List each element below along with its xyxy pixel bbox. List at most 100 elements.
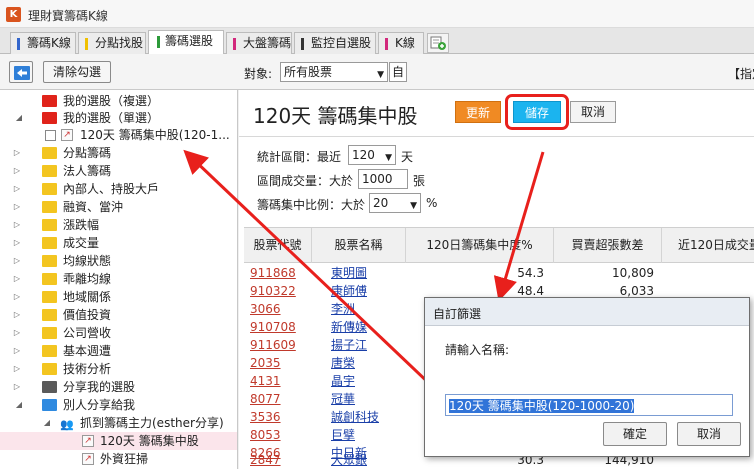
tree-item-my-picks-multi[interactable]: 我的選股（複選） [0, 92, 237, 110]
tree-item-my-picks-single[interactable]: ◢ 我的選股（單選） [0, 109, 237, 127]
collapsed-arrow-icon: ▷ [13, 148, 21, 157]
tab-watchlist-monitor[interactable]: 監控自選股 [294, 32, 376, 54]
tree-item-120d-strategy[interactable]: ↗ 120天 籌碼集中股(120-1... [0, 126, 237, 144]
stock-code[interactable]: 911609 [250, 336, 296, 354]
stock-name[interactable]: 晶宇 [331, 372, 355, 390]
collapsed-arrow-icon: ▷ [13, 256, 21, 265]
update-button[interactable]: 更新 [455, 101, 501, 123]
tab-color-bar [157, 36, 160, 48]
stock-code[interactable]: 3066 [250, 300, 281, 318]
tree-item-label: 漲跌幅 [63, 218, 100, 232]
period-select[interactable]: 120 ▼ [348, 145, 396, 165]
stock-name[interactable]: 李洲 [331, 300, 355, 318]
concentration-select[interactable]: 20 ▼ [369, 193, 421, 213]
tree-item-shared-120d[interactable]: ↗ 120天 籌碼集中股 [0, 432, 237, 450]
tree-item-label: 我的選股（複選） [63, 94, 160, 108]
table-row[interactable]: 911868 東明圖 54.3 10,809 [244, 264, 754, 282]
stock-name[interactable]: 唐榮 [331, 354, 355, 372]
save-button[interactable]: 儲存 [513, 101, 561, 123]
back-arrow-icon [14, 66, 30, 80]
stock-code[interactable]: 910708 [250, 318, 296, 336]
diff-value: 10,809 [612, 266, 654, 280]
tree-item-label: 技術分析 [63, 362, 112, 376]
tree-item-price-change[interactable]: ▷ 漲跌幅 [0, 216, 237, 234]
column-header[interactable]: 買賣超張數差 [554, 228, 662, 263]
stock-code[interactable]: 3536 [250, 408, 281, 426]
yellow-folder-icon [42, 273, 57, 285]
tree-item-foreign-buy[interactable]: ↗ 外資狂掃 [0, 450, 237, 468]
tree-item-fundamentals[interactable]: ▷ 基本週遭 [0, 342, 237, 360]
add-tab-icon[interactable] [427, 33, 449, 53]
column-header[interactable]: 股票代號 [244, 228, 312, 263]
stock-code[interactable]: 2847 [250, 451, 281, 469]
tree-item-ma-deviation[interactable]: ▷ 乖離均線 [0, 270, 237, 288]
stock-name[interactable]: 冠華 [331, 390, 355, 408]
stock-name[interactable]: 康師傅 [331, 282, 367, 300]
collapsed-arrow-icon: ▷ [13, 184, 21, 193]
stock-code[interactable]: 4131 [250, 372, 281, 390]
column-header[interactable]: 股票名稱 [312, 228, 406, 263]
volume-input[interactable]: 1000 [358, 169, 408, 189]
clear-checked-button[interactable]: 清除勾選 [43, 61, 111, 83]
stock-code[interactable]: 911868 [250, 264, 296, 282]
tree-item-volume[interactable]: ▷ 成交量 [0, 234, 237, 252]
tree-item-esther-share[interactable]: ◢ 👥 抓到籌碼主力(esther分享) [0, 414, 237, 432]
yellow-folder-icon [42, 255, 57, 267]
yellow-folder-icon [42, 201, 57, 213]
stock-name[interactable]: 大眾銀 [331, 451, 367, 469]
collapsed-arrow-icon: ▷ [13, 166, 21, 175]
tab-market-chip[interactable]: 大盤籌碼 [226, 32, 292, 54]
tree-item-label: 別人分享給我 [63, 398, 136, 412]
tree-item-institutional[interactable]: ▷ 法人籌碼 [0, 162, 237, 180]
cancel-button[interactable]: 取消 [570, 101, 616, 123]
tree-item-label: 均線狀態 [63, 254, 112, 268]
yellow-folder-icon [42, 345, 57, 357]
back-button[interactable] [9, 61, 33, 83]
stock-code[interactable]: 2035 [250, 354, 281, 372]
dialog-titlebar: 自訂篩選 [425, 298, 749, 326]
collapsed-arrow-icon: ▷ [13, 292, 21, 301]
tab-branch-pick[interactable]: 分點找股 [78, 32, 146, 54]
target-select[interactable]: 所有股票 ▼ [280, 62, 388, 82]
concentration-label: 籌碼集中比例：大於 [257, 198, 366, 212]
dialog-cancel-button[interactable]: 取消 [677, 422, 741, 446]
stock-name[interactable]: 揚子江 [331, 336, 367, 354]
tab-kline[interactable]: K線 [378, 32, 424, 54]
column-header[interactable]: 120日籌碼集中度% [406, 228, 554, 263]
stock-code[interactable]: 8077 [250, 390, 281, 408]
column-header[interactable]: 近120日成交量 [662, 228, 754, 263]
tab-chip-screening[interactable]: 籌碼選股 [148, 30, 224, 55]
tree-item-insiders[interactable]: ▷ 內部人、持股大戶 [0, 180, 237, 198]
tree-item-technical[interactable]: ▷ 技術分析 [0, 360, 237, 378]
gray-folder-icon [42, 381, 57, 393]
name-input[interactable]: 120天 籌碼集中股(120-1000-20) [445, 394, 733, 416]
red-folder-icon [42, 112, 57, 124]
ok-button[interactable]: 確定 [603, 422, 667, 446]
stock-code[interactable]: 8053 [250, 426, 281, 444]
tree-item-branch-chip[interactable]: ▷ 分點籌碼 [0, 144, 237, 162]
tree-item-share-mine[interactable]: ▷ 分享我的選股 [0, 378, 237, 396]
open-folder-icon [42, 399, 57, 411]
tree-item-revenue[interactable]: ▷ 公司營收 [0, 324, 237, 342]
checkbox[interactable] [45, 130, 56, 141]
tree-item-shared-with-me[interactable]: ◢ 別人分享給我 [0, 396, 237, 414]
strategy-doc-icon: ↗ [61, 129, 73, 141]
stock-name[interactable]: 誠創科技 [331, 408, 379, 426]
collapsed-arrow-icon: ▷ [13, 310, 21, 319]
target-custom-button[interactable]: 自 [389, 62, 407, 82]
tree-item-label: 分享我的選股 [63, 380, 136, 394]
tab-chip-kline[interactable]: 籌碼K線 [10, 32, 76, 54]
tree-item-value[interactable]: ▷ 價值投資 [0, 306, 237, 324]
tree-item-label: 我的選股（單選） [63, 111, 160, 125]
stock-name[interactable]: 東明圖 [331, 264, 367, 282]
tab-label: 籌碼K線 [27, 36, 71, 50]
stock-name[interactable]: 新傳媒 [331, 318, 367, 336]
tree-item-ma-state[interactable]: ▷ 均線狀態 [0, 252, 237, 270]
tree-item-margin[interactable]: ▷ 融資、當沖 [0, 198, 237, 216]
stock-code[interactable]: 910322 [250, 282, 296, 300]
tree-item-label: 外資狂掃 [100, 452, 149, 466]
tree-item-region[interactable]: ▷ 地域關係 [0, 288, 237, 306]
stock-name[interactable]: 巨擘 [331, 426, 355, 444]
yellow-folder-icon [42, 309, 57, 321]
right-hint: 【指定 [728, 67, 754, 81]
